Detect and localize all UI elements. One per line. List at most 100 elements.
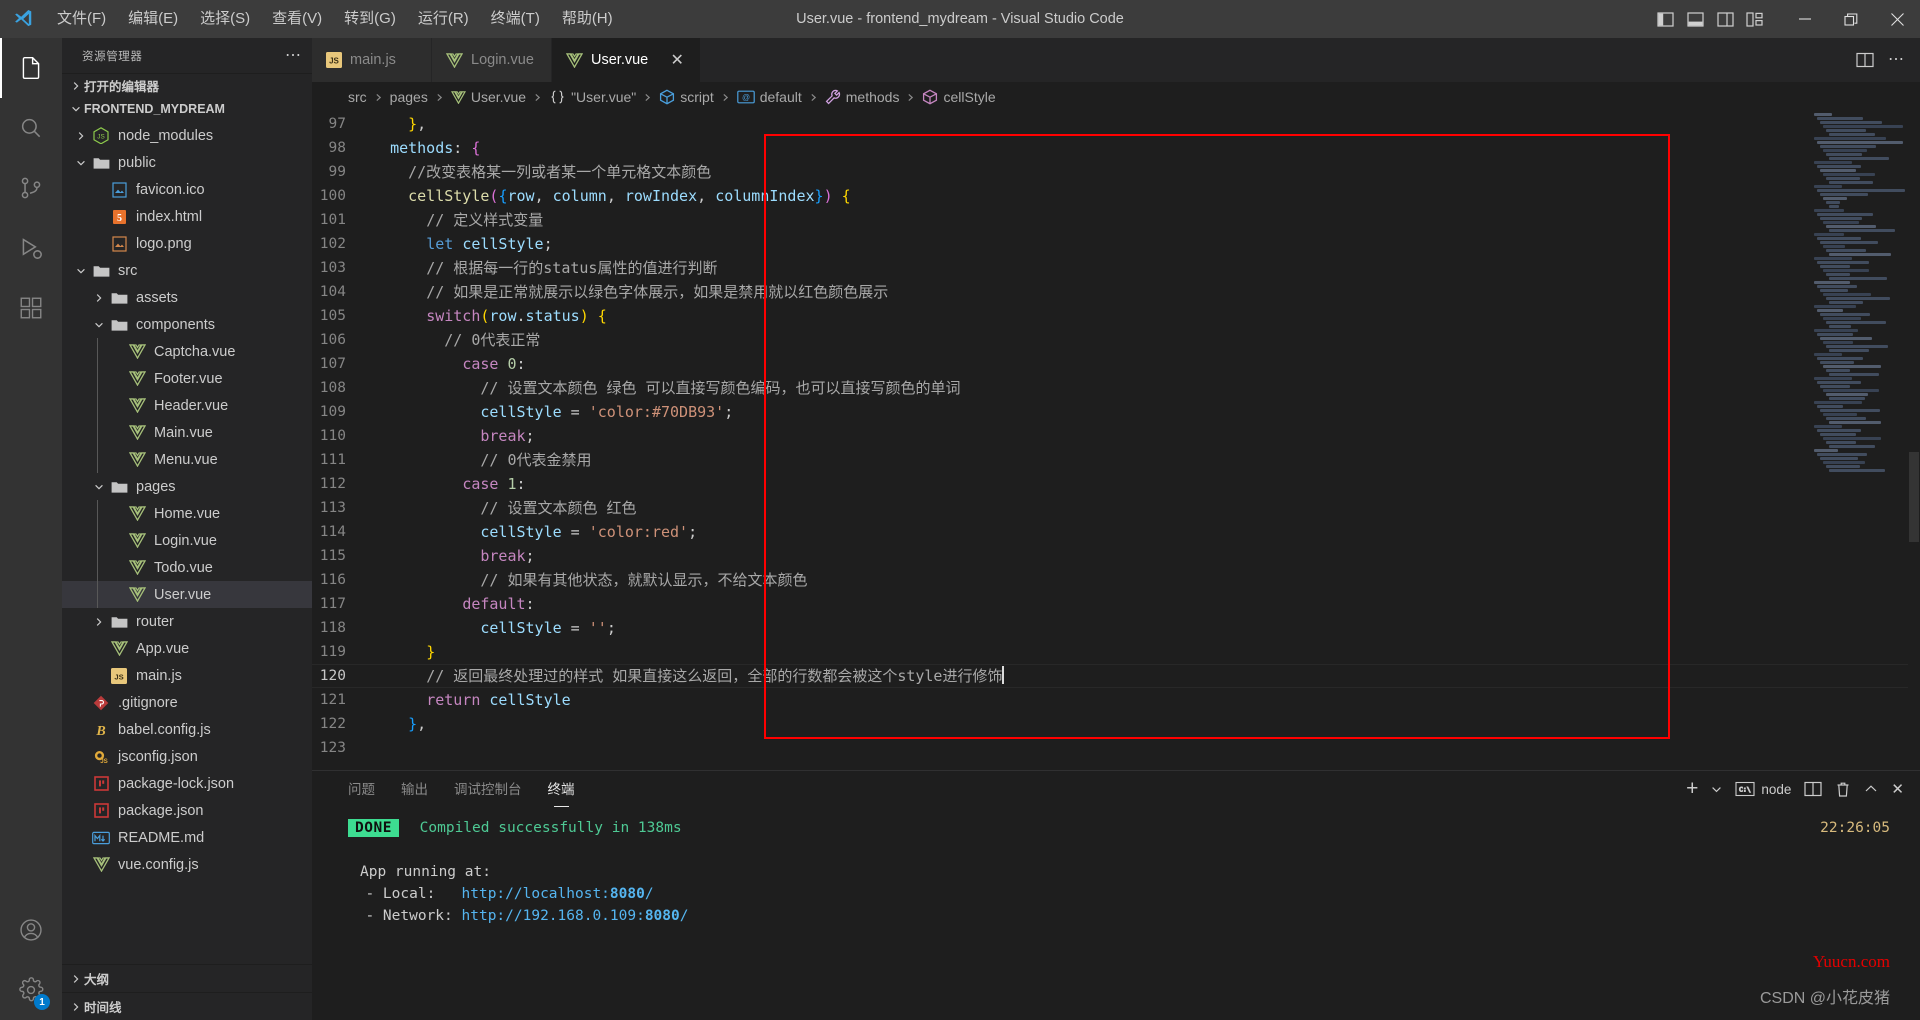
- code-text[interactable]: //改变表格某一列或者某一个单元格文本颜色: [372, 160, 711, 184]
- code-line[interactable]: 122 },: [312, 712, 1920, 736]
- code-text[interactable]: // 设置文本颜色 红色: [372, 496, 636, 520]
- new-terminal-icon[interactable]: +: [1686, 778, 1698, 799]
- breadcrumb-item-cellstyle[interactable]: cellStyle: [922, 89, 996, 105]
- code-lines[interactable]: 97 }, 98 methods: {99 //改变表格某一列或者某一个单元格文本…: [312, 112, 1920, 770]
- code-line[interactable]: 118 cellStyle = '';: [312, 616, 1920, 640]
- tree-file-package-json[interactable]: package.json: [62, 797, 312, 824]
- code-line[interactable]: 114 cellStyle = 'color:red';: [312, 520, 1920, 544]
- code-text[interactable]: },: [372, 112, 426, 136]
- tree-folder-components[interactable]: components: [62, 311, 312, 338]
- breadcrumb-item-pages[interactable]: pages: [390, 89, 428, 105]
- breadcrumb-item-user.vue[interactable]: User.vue: [450, 89, 526, 105]
- tree-file-vue-config-js[interactable]: vue.config.js: [62, 851, 312, 878]
- minimize-button[interactable]: [1782, 0, 1828, 38]
- tree-folder-public[interactable]: public: [62, 149, 312, 176]
- section-open-editors[interactable]: 打开的编辑器: [62, 73, 312, 97]
- code-line[interactable]: 121 return cellStyle: [312, 688, 1920, 712]
- minimap[interactable]: [1812, 112, 1908, 770]
- tree-file-readme-md[interactable]: README.md: [62, 824, 312, 851]
- customize-layout-icon[interactable]: [1742, 6, 1768, 32]
- code-line[interactable]: 123: [312, 736, 1920, 760]
- terminal-shell-selector[interactable]: C:\ node: [1735, 781, 1791, 797]
- code-line[interactable]: 113 // 设置文本颜色 红色: [312, 496, 1920, 520]
- code-line[interactable]: 103 // 根据每一行的status属性的值进行判断: [312, 256, 1920, 280]
- code-text[interactable]: // 0代表金禁用: [372, 448, 591, 472]
- split-editor-icon[interactable]: [1856, 52, 1874, 68]
- code-text[interactable]: cellStyle({row, column, rowIndex, column…: [372, 184, 851, 208]
- menu-terminal[interactable]: 终端(T): [480, 5, 551, 33]
- code-line[interactable]: 120 // 返回最终处理过的样式 如果直接这么返回，全部的行数都会被这个sty…: [312, 664, 1920, 688]
- code-text[interactable]: switch(row.status) {: [372, 304, 607, 328]
- code-line[interactable]: 112 case 1:: [312, 472, 1920, 496]
- panel-tab-terminal[interactable]: 终端: [548, 771, 575, 807]
- code-line[interactable]: 101 // 定义样式变量: [312, 208, 1920, 232]
- tree-file-todo-vue[interactable]: Todo.vue: [62, 554, 312, 581]
- code-line[interactable]: 108 // 设置文本颜色 绿色 可以直接写颜色编码，也可以直接写颜色的单词: [312, 376, 1920, 400]
- code-line[interactable]: 107 case 0:: [312, 352, 1920, 376]
- code-text[interactable]: let cellStyle;: [372, 232, 552, 256]
- code-line[interactable]: 116 // 如果有其他状态，就默认显示，不给文本颜色: [312, 568, 1920, 592]
- editor-scrollbar[interactable]: [1908, 112, 1920, 770]
- tree-file-jsconfig-json[interactable]: JS jsconfig.json: [62, 743, 312, 770]
- editor-more-actions-icon[interactable]: ⋯: [1888, 52, 1904, 68]
- tree-file-header-vue[interactable]: Header.vue: [62, 392, 312, 419]
- code-text[interactable]: cellStyle = 'color:#70DB93';: [372, 400, 733, 424]
- tree-file-main-vue[interactable]: Main.vue: [62, 419, 312, 446]
- scrollbar-thumb[interactable]: [1909, 452, 1919, 542]
- panel-tab-output[interactable]: 输出: [401, 771, 428, 807]
- code-text[interactable]: // 设置文本颜色 绿色 可以直接写颜色编码，也可以直接写颜色的单词: [372, 376, 960, 400]
- panel-bottom-icon[interactable]: [1682, 6, 1708, 32]
- code-text[interactable]: }: [372, 640, 435, 664]
- tree-file-user-vue[interactable]: User.vue: [62, 581, 312, 608]
- tab-main-js[interactable]: JS main.js: [312, 38, 432, 82]
- menu-run[interactable]: 运行(R): [407, 5, 480, 33]
- tab-user-vue[interactable]: User.vue ✕: [552, 38, 702, 82]
- code-line[interactable]: 109 cellStyle = 'color:#70DB93';: [312, 400, 1920, 424]
- code-text[interactable]: // 0代表正常: [372, 328, 540, 352]
- local-url-post[interactable]: /: [645, 886, 654, 902]
- section-timeline[interactable]: 时间线: [62, 992, 312, 1020]
- code-line[interactable]: 110 break;: [312, 424, 1920, 448]
- restore-button[interactable]: [1828, 0, 1874, 38]
- tree-file-footer-vue[interactable]: Footer.vue: [62, 365, 312, 392]
- code-line[interactable]: 111 // 0代表金禁用: [312, 448, 1920, 472]
- menu-go[interactable]: 转到(G): [333, 5, 407, 33]
- tree-file-home-vue[interactable]: Home.vue: [62, 500, 312, 527]
- code-text[interactable]: case 1:: [372, 472, 525, 496]
- sidebar-more-actions-icon[interactable]: ⋯: [285, 47, 302, 63]
- code-text[interactable]: case 0:: [372, 352, 525, 376]
- code-text[interactable]: cellStyle = 'color:red';: [372, 520, 697, 544]
- tree-file-captcha-vue[interactable]: Captcha.vue: [62, 338, 312, 365]
- code-text[interactable]: return cellStyle: [372, 688, 571, 712]
- activitybar-item-extensions[interactable]: [0, 278, 62, 338]
- code-text[interactable]: cellStyle = '';: [372, 616, 615, 640]
- activitybar-item-run-debug[interactable]: [0, 218, 62, 278]
- tree-file-babel-config-js[interactable]: Bbabel.config.js: [62, 716, 312, 743]
- activitybar-item-accounts[interactable]: [0, 900, 62, 960]
- tree-file-app-vue[interactable]: App.vue: [62, 635, 312, 662]
- code-text[interactable]: // 根据每一行的status属性的值进行判断: [372, 256, 717, 280]
- panel-right-icon[interactable]: [1712, 6, 1738, 32]
- terminal-output[interactable]: DONE Compiled successfully in 138ms App …: [312, 807, 1920, 1020]
- close-panel-icon[interactable]: ✕: [1891, 780, 1904, 798]
- tree-file-logo-png[interactable]: logo.png: [62, 230, 312, 257]
- code-line[interactable]: 119 }: [312, 640, 1920, 664]
- breadcrumb-item-methods[interactable]: methods: [825, 89, 899, 105]
- panel-left-icon[interactable]: [1652, 6, 1678, 32]
- maximize-panel-icon[interactable]: [1864, 783, 1878, 795]
- local-url-pre[interactable]: http://localhost:: [462, 886, 610, 902]
- tree-file-gitignore[interactable]: .gitignore: [62, 689, 312, 716]
- activitybar-item-settings[interactable]: 1: [0, 960, 62, 1020]
- network-port[interactable]: 8080: [645, 908, 680, 924]
- code-text[interactable]: methods: {: [372, 136, 480, 160]
- breadcrumb-item-user.vue[interactable]: "User.vue": [549, 89, 636, 105]
- new-terminal-dropdown-icon[interactable]: [1711, 785, 1722, 794]
- tree-folder-src[interactable]: src: [62, 257, 312, 284]
- code-line[interactable]: 115 break;: [312, 544, 1920, 568]
- code-text[interactable]: // 如果有其他状态，就默认显示，不给文本颜色: [372, 568, 807, 592]
- code-line[interactable]: 106 // 0代表正常: [312, 328, 1920, 352]
- panel-tab-debug-console[interactable]: 调试控制台: [454, 771, 522, 807]
- network-url-pre[interactable]: http://192.168.0.109:: [462, 908, 645, 924]
- code-text[interactable]: },: [372, 712, 426, 736]
- code-text[interactable]: default:: [372, 592, 534, 616]
